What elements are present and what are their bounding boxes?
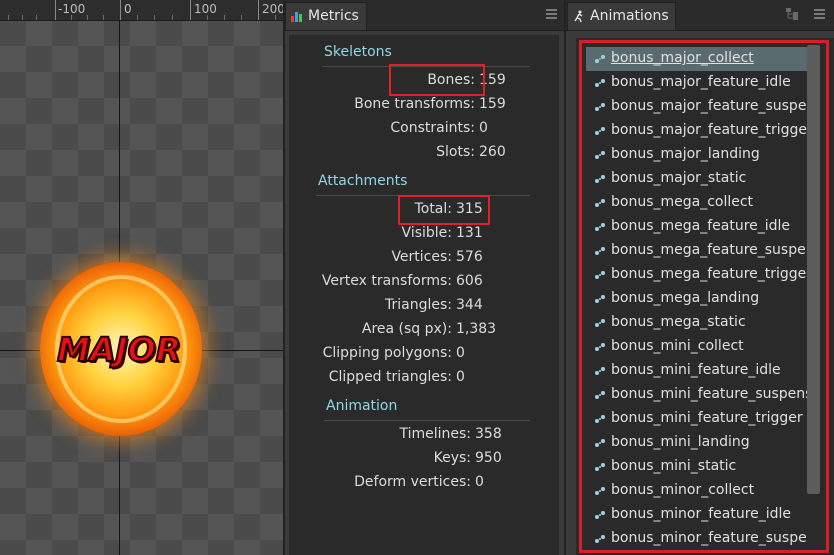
metric-value: 131 [456, 225, 483, 241]
metric-label: Clipping polygons: [322, 345, 452, 361]
metric-row-visible: Visible: 131 [289, 225, 559, 245]
metric-label: Visible: [401, 225, 452, 241]
hamburger-menu-icon[interactable] [546, 9, 557, 19]
ruler-tick [55, 0, 56, 20]
highlight-box-bones [389, 64, 485, 96]
metrics-panel: Metrics Skeletons Bones: 159 Bone transf… [285, 0, 564, 555]
horizontal-ruler: -100 0 100 200 [0, 0, 283, 21]
ruler-tick [258, 0, 259, 20]
metric-value: 344 [456, 297, 483, 313]
metric-row-vertices: Vertices: 576 [289, 249, 559, 269]
bar-chart-icon [291, 12, 302, 22]
metric-row-slots: Slots: 260 [289, 144, 559, 164]
ruler-tick [190, 0, 191, 20]
metric-label: Vertices: [391, 249, 452, 265]
metric-value: 358 [475, 426, 502, 442]
metric-row-triangles: Triangles: 344 [289, 297, 559, 317]
ruler-label-100: 100 [194, 2, 217, 16]
metric-value: 0 [456, 345, 465, 361]
metric-value: 950 [475, 450, 502, 466]
section-attachments-title: Attachments [318, 173, 408, 189]
metric-row-constraints: Constraints: 0 [289, 120, 559, 140]
metric-label: Slots: [436, 144, 475, 160]
metric-label: Clipped triangles: [328, 369, 452, 385]
metric-row-timelines: Timelines: 358 [289, 426, 559, 446]
metric-row-deform-vertices: Deform vertices: 0 [289, 474, 559, 494]
metric-label: Constraints: [390, 120, 475, 136]
metric-label: Vertex transforms: [321, 273, 452, 289]
metric-row-clipping-polygons: Clipping polygons: 0 [289, 345, 559, 365]
metric-row-area: Area (sq px): 1,383 [289, 321, 559, 341]
section-divider [324, 420, 530, 421]
metric-label: Timelines: [399, 426, 471, 442]
metric-label: Area (sq px): [361, 321, 452, 337]
metrics-content: Skeletons Bones: 159 Bone transforms: 15… [289, 35, 559, 555]
section-skeletons-title: Skeletons [324, 44, 392, 60]
major-badge-text: MAJOR [56, 329, 182, 370]
ruler-label-neg100: -100 [58, 2, 86, 16]
highlight-box-total [398, 195, 490, 225]
metric-value: 260 [479, 144, 506, 160]
metrics-tab-bar: Metrics [285, 0, 564, 31]
metric-row-bone-transforms: Bone transforms: 159 [289, 96, 559, 116]
metric-value: 0 [479, 120, 488, 136]
tab-metrics[interactable]: Metrics [285, 2, 367, 30]
metric-row-vertex-transforms: Vertex transforms: 606 [289, 273, 559, 293]
section-animation-title: Animation [326, 398, 398, 414]
ruler-tick [120, 0, 121, 20]
metric-value: 606 [456, 273, 483, 289]
metric-row-clipped-triangles: Clipped triangles: 0 [289, 369, 559, 389]
metric-label: Triangles: [385, 297, 452, 313]
metric-row-keys: Keys: 950 [289, 450, 559, 470]
tab-metrics-label: Metrics [308, 8, 359, 24]
metric-value: 159 [479, 96, 506, 112]
metric-value: 1,383 [456, 321, 497, 337]
highlight-box-animations [579, 40, 829, 553]
metric-label: Bone transforms: [354, 96, 475, 112]
metric-value: 0 [456, 369, 465, 385]
metric-value: 576 [456, 249, 483, 265]
ruler-label-200: 200 [262, 2, 283, 16]
metric-value: 0 [475, 474, 484, 490]
ruler-label-0: 0 [124, 2, 132, 16]
metric-label: Deform vertices: [354, 474, 471, 490]
skeleton-viewport[interactable]: -100 0 100 200 MAJOR [0, 0, 283, 555]
metric-label: Keys: [433, 450, 471, 466]
